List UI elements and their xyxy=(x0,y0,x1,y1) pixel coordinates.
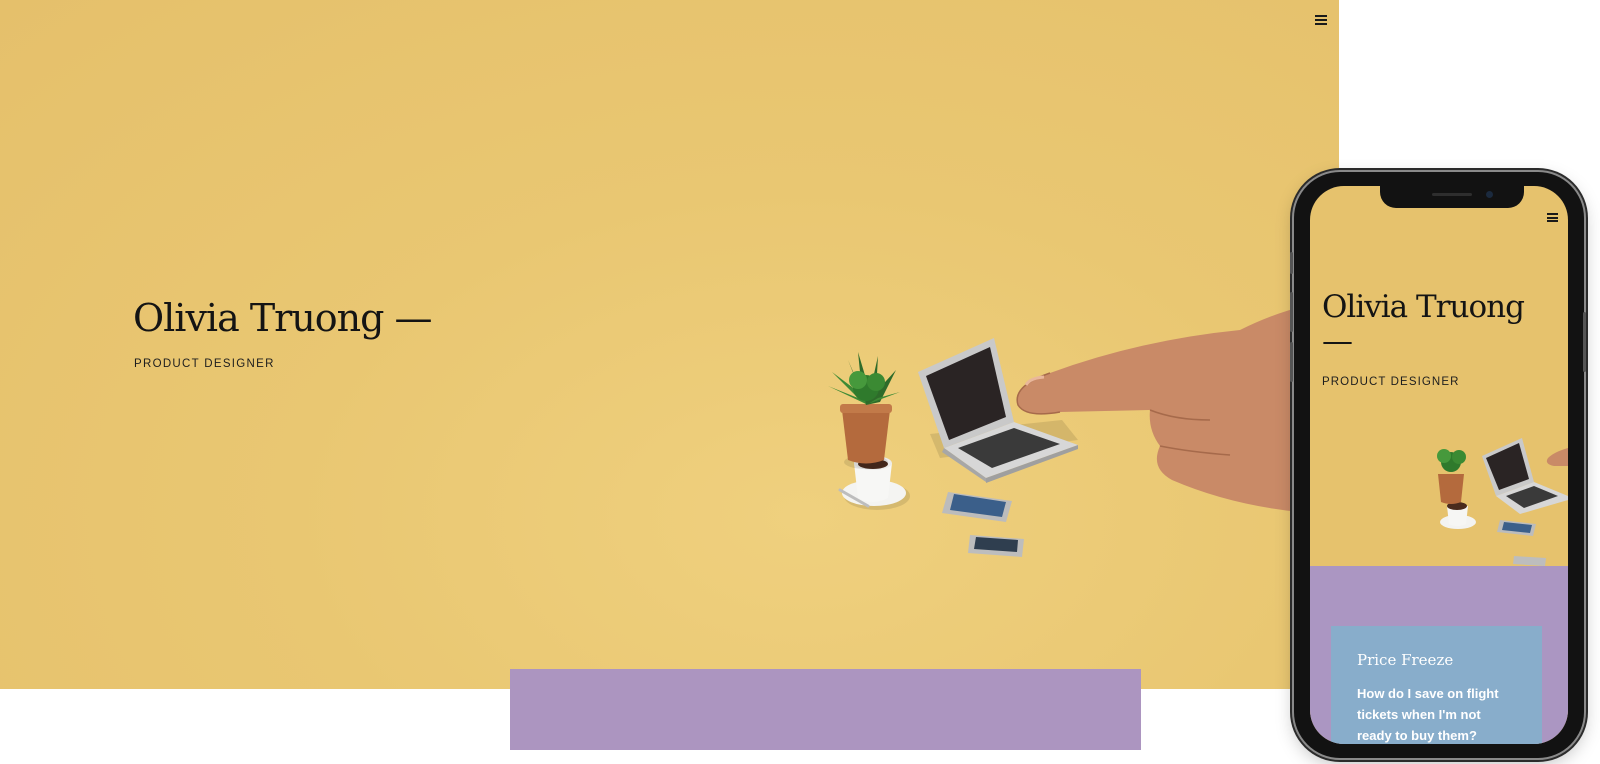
front-camera-icon xyxy=(1486,191,1493,198)
coffee-cup-illustration xyxy=(1440,502,1476,529)
potted-plant-illustration xyxy=(1437,449,1466,504)
phone-screen: Olivia Truong — PRODUCT DESIGNER Price F… xyxy=(1310,186,1568,744)
phone-volume-down xyxy=(1290,342,1293,382)
mobile-hero-image xyxy=(1437,438,1568,566)
potted-plant-illustration xyxy=(828,352,900,469)
project-card-title: Price Freeze xyxy=(1357,651,1454,669)
mini-phones-illustration xyxy=(1497,520,1546,566)
phone-power-button xyxy=(1583,312,1586,372)
mobile-hamburger-menu-icon[interactable] xyxy=(1547,213,1558,222)
mobile-page-subtitle: PRODUCT DESIGNER xyxy=(1322,376,1460,388)
pointing-hand-illustration xyxy=(1016,300,1339,515)
desktop-hero: Olivia Truong — PRODUCT DESIGNER xyxy=(0,0,1339,689)
project-card-description: How do I save on flight tickets when I'm… xyxy=(1357,686,1499,743)
hero-image xyxy=(828,300,1339,557)
mobile-page-title: Olivia Truong — xyxy=(1322,289,1525,359)
mini-laptop-illustration xyxy=(1482,438,1568,514)
mini-phones-illustration xyxy=(942,492,1024,557)
phone-mockup: Olivia Truong — PRODUCT DESIGNER Price F… xyxy=(1290,172,1586,758)
project-card-price-freeze[interactable]: Price Freeze How do I save on flight tic… xyxy=(1331,626,1542,744)
phone-notch xyxy=(1380,186,1524,208)
phone-silent-switch xyxy=(1290,252,1293,274)
phone-volume-up xyxy=(1290,292,1293,332)
project-card-preview[interactable] xyxy=(510,669,1141,750)
pointing-hand-illustration xyxy=(1546,448,1568,466)
